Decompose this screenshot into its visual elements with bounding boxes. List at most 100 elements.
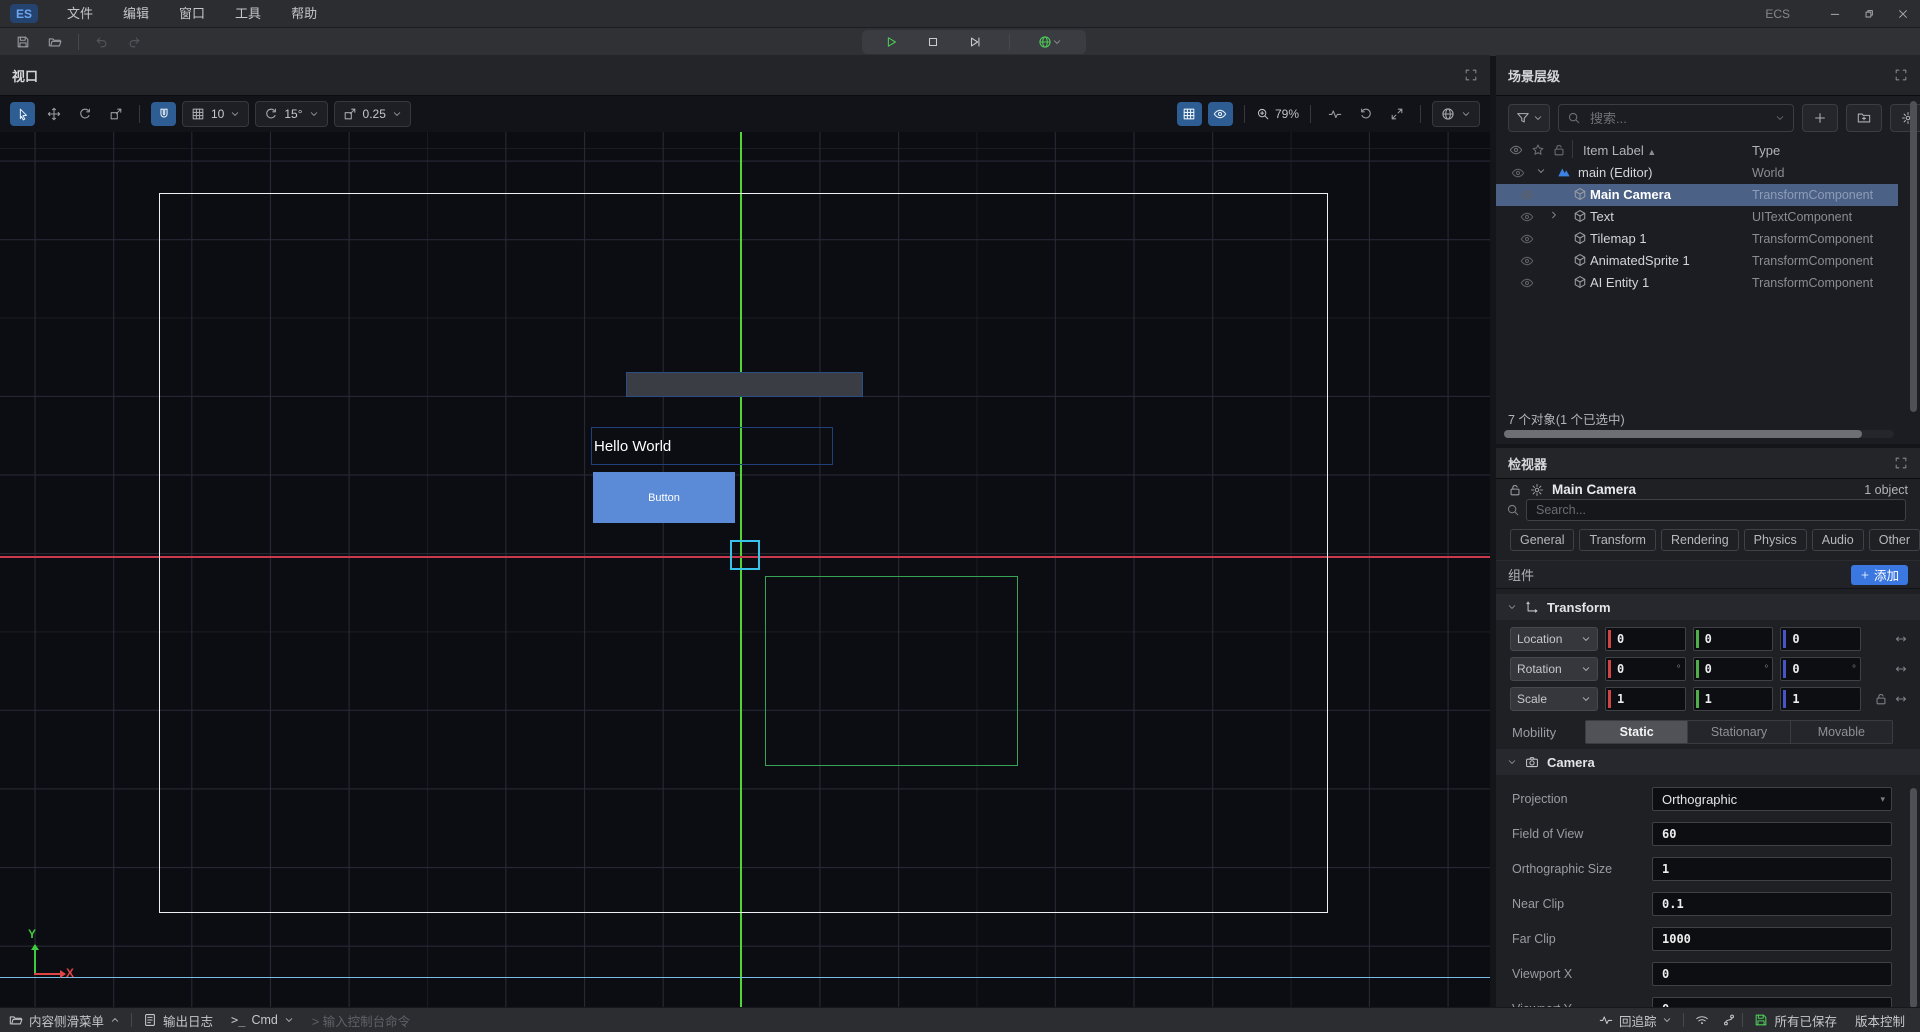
tree-row-text[interactable]: Text UITextComponent — [1496, 206, 1898, 228]
console-command-input[interactable]: > 输入控制台命令 — [303, 1011, 419, 1030]
tab-audio[interactable]: Audio — [1812, 529, 1864, 551]
hierarchy-search-input[interactable] — [1588, 110, 1768, 127]
filter-button[interactable] — [1508, 104, 1550, 132]
lock-column-icon[interactable] — [1552, 143, 1566, 157]
scene-canvas[interactable]: Hello World Button Y X — [0, 132, 1490, 1008]
near-clip-field[interactable] — [1652, 892, 1892, 916]
scale-tool-button[interactable] — [103, 102, 128, 126]
add-folder-button[interactable] — [1846, 104, 1882, 132]
link-axes-icon[interactable] — [1894, 662, 1908, 676]
far-clip-field[interactable] — [1652, 927, 1892, 951]
backtrace-dropdown[interactable]: 回追踪 — [1590, 1011, 1682, 1030]
undo-button[interactable] — [89, 30, 115, 54]
expand-panel-icon[interactable] — [1894, 68, 1908, 82]
tree-row-animatedsprite[interactable]: AnimatedSprite 1 TransformComponent — [1496, 250, 1898, 272]
inspector-search-input[interactable] — [1534, 502, 1898, 518]
version-control-button[interactable]: 版本控制 — [1846, 1011, 1914, 1030]
star-column-icon[interactable] — [1531, 143, 1545, 157]
mobility-movable[interactable]: Movable — [1791, 721, 1892, 743]
location-y-field[interactable] — [1693, 627, 1774, 651]
save-button[interactable] — [10, 30, 36, 54]
projection-dropdown[interactable]: ▾ — [1652, 787, 1892, 811]
ui-text-object[interactable]: Hello World — [591, 427, 833, 465]
column-type[interactable]: Type — [1752, 143, 1780, 158]
viewport-x-field[interactable] — [1652, 962, 1892, 986]
tree-row-tilemap[interactable]: Tilemap 1 TransformComponent — [1496, 228, 1898, 250]
location-x-field[interactable] — [1605, 627, 1686, 651]
menu-help[interactable]: 帮助 — [276, 0, 332, 27]
visibility-button[interactable] — [1208, 102, 1233, 126]
add-entity-button[interactable] — [1802, 104, 1838, 132]
menu-edit[interactable]: 编辑 — [108, 0, 164, 27]
scale-dropdown[interactable]: Scale — [1510, 687, 1598, 711]
menu-window[interactable]: 窗口 — [164, 0, 220, 27]
scale-snap-dropdown[interactable]: 0.25 — [334, 101, 411, 127]
rotation-x-field[interactable]: ° — [1605, 657, 1686, 681]
location-dropdown[interactable]: Location — [1510, 627, 1598, 651]
eye-icon[interactable] — [1520, 232, 1534, 246]
expand-panel-icon[interactable] — [1894, 456, 1908, 470]
content-drawer-button[interactable]: 内容侧滑菜单 — [0, 1011, 129, 1030]
tree-row-main[interactable]: main (Editor) World — [1496, 162, 1898, 184]
hierarchy-search[interactable] — [1558, 104, 1794, 132]
chevron-right-icon[interactable] — [1549, 210, 1559, 220]
eye-icon[interactable] — [1511, 166, 1525, 180]
transform-section-header[interactable]: Transform — [1496, 594, 1920, 620]
step-forward-button[interactable] — [962, 30, 988, 54]
lock-icon[interactable] — [1508, 483, 1522, 497]
play-button[interactable] — [878, 30, 904, 54]
maximize-button[interactable] — [1852, 0, 1886, 27]
eye-column-icon[interactable] — [1509, 143, 1523, 157]
scale-y-field[interactable] — [1693, 687, 1774, 711]
scale-x-field[interactable] — [1605, 687, 1686, 711]
rotation-y-field[interactable]: ° — [1693, 657, 1774, 681]
select-tool-button[interactable] — [10, 102, 35, 126]
eye-icon[interactable] — [1520, 254, 1534, 268]
inspector-vscrollbar[interactable] — [1910, 788, 1917, 1008]
fullscreen-button[interactable] — [1384, 102, 1409, 126]
grid-visibility-button[interactable] — [1177, 102, 1202, 126]
save-status[interactable]: 所有已保存 — [1745, 1011, 1846, 1030]
tab-general[interactable]: General — [1510, 529, 1574, 551]
tree-row-ai-entity[interactable]: AI Entity 1 TransformComponent — [1496, 272, 1898, 294]
link-axes-icon[interactable] — [1894, 632, 1908, 646]
tab-other[interactable]: Other — [1869, 529, 1920, 551]
run-target-dropdown[interactable] — [1030, 30, 1070, 54]
tab-transform[interactable]: Transform — [1579, 529, 1656, 551]
eye-icon[interactable] — [1520, 188, 1534, 202]
zoom-control[interactable]: 79% — [1256, 107, 1299, 121]
output-log-button[interactable]: 输出日志 — [134, 1011, 222, 1030]
camera-section-header[interactable]: Camera — [1496, 749, 1920, 775]
region-rect-object[interactable] — [765, 576, 1018, 766]
tree-row-main-camera[interactable]: Main Camera TransformComponent — [1496, 184, 1898, 206]
menu-file[interactable]: 文件 — [52, 0, 108, 27]
expand-panel-icon[interactable] — [1464, 68, 1478, 82]
selection-handle[interactable] — [730, 540, 760, 570]
grid-snap-dropdown[interactable]: 10 — [182, 101, 249, 127]
scale-z-field[interactable] — [1780, 687, 1861, 711]
rotation-dropdown[interactable]: Rotation — [1510, 657, 1598, 681]
tab-rendering[interactable]: Rendering — [1661, 529, 1739, 551]
angle-snap-dropdown[interactable]: 15° — [255, 101, 327, 127]
app-logo[interactable]: ES — [10, 4, 38, 23]
sprite-bar-object[interactable] — [626, 372, 863, 397]
menu-tools[interactable]: 工具 — [220, 0, 276, 27]
rotation-z-field[interactable]: ° — [1780, 657, 1861, 681]
mobility-static[interactable]: Static — [1586, 721, 1688, 743]
column-item-label[interactable]: Item Label ▲ — [1583, 143, 1656, 158]
chevron-down-icon[interactable] — [1536, 166, 1546, 176]
stats-button[interactable] — [1322, 102, 1347, 126]
cmd-dropdown[interactable]: >_ Cmd — [222, 1013, 303, 1027]
tab-physics[interactable]: Physics — [1744, 529, 1807, 551]
network-status-button[interactable] — [1686, 1013, 1718, 1027]
stop-button[interactable] — [920, 30, 946, 54]
eye-icon[interactable] — [1520, 276, 1534, 290]
eye-icon[interactable] — [1520, 210, 1534, 224]
hierarchy-vscrollbar[interactable] — [1910, 101, 1917, 412]
move-tool-button[interactable] — [41, 102, 66, 126]
world-dropdown[interactable] — [1432, 101, 1480, 127]
mobility-stationary[interactable]: Stationary — [1688, 721, 1790, 743]
add-component-button[interactable]: 添加 — [1851, 565, 1908, 585]
redo-button[interactable] — [121, 30, 147, 54]
gear-icon[interactable] — [1530, 483, 1544, 497]
